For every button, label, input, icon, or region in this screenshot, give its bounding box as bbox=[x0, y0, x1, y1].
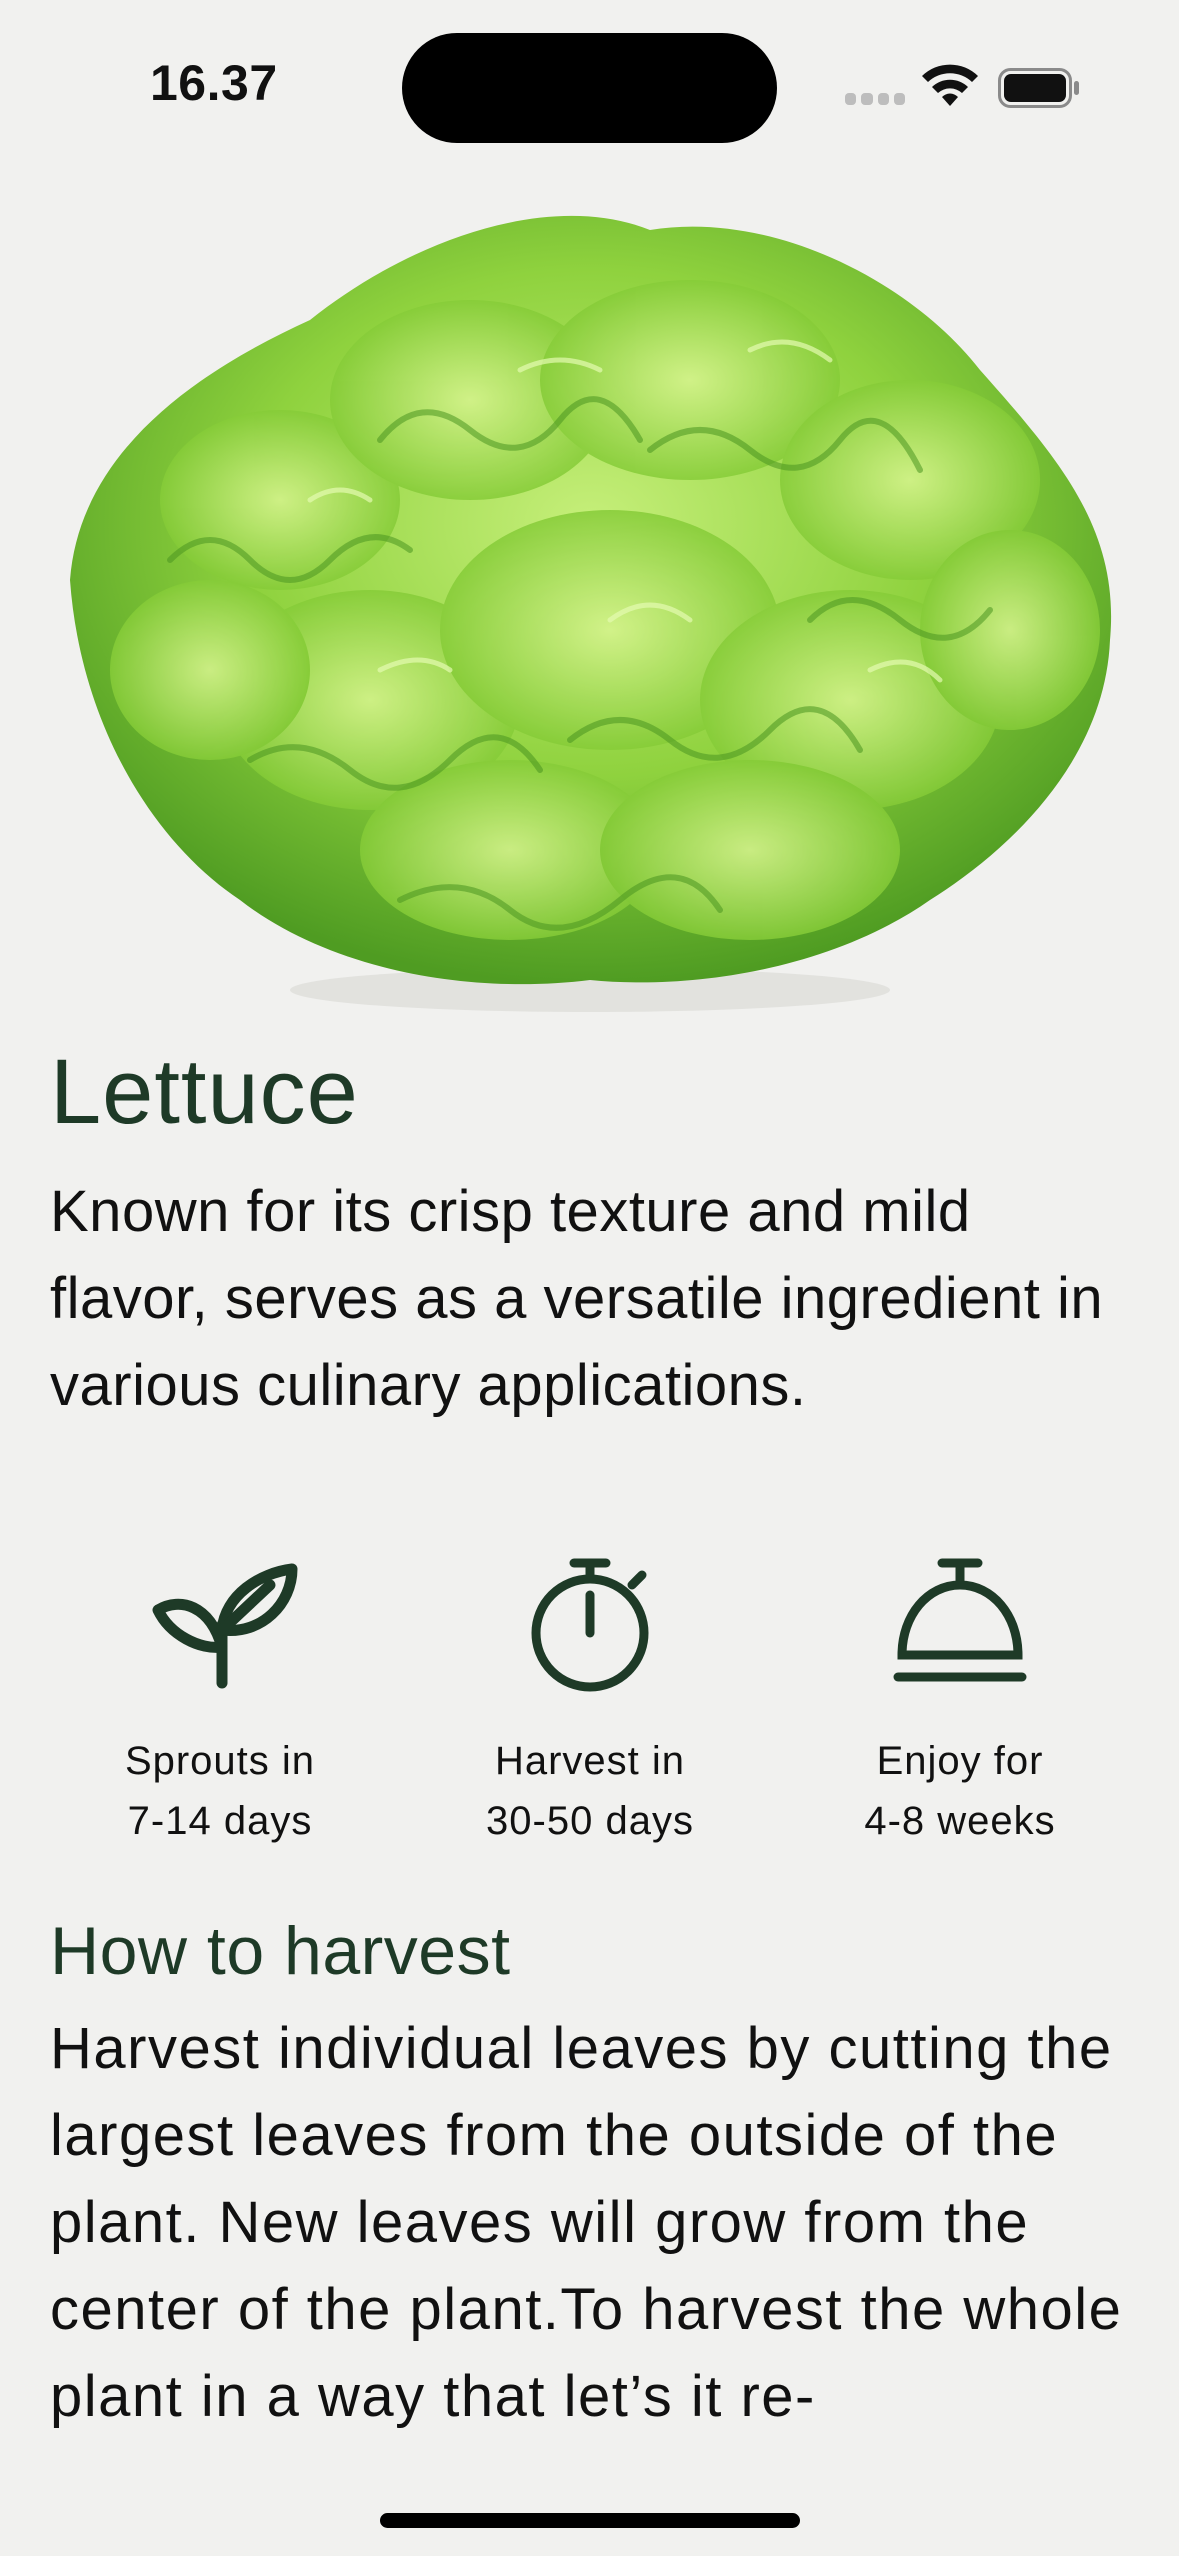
battery-icon bbox=[998, 68, 1079, 108]
stat-sprouts-line1: Sprouts in bbox=[124, 1739, 316, 1783]
plant-title: Lettuce bbox=[50, 1041, 359, 1143]
stat-harvest-line1: Harvest in bbox=[494, 1739, 686, 1783]
home-indicator[interactable] bbox=[380, 2513, 800, 2528]
cloche-icon bbox=[893, 1558, 1027, 1682]
lettuce-image bbox=[70, 215, 1112, 1012]
stat-enjoy-line1: Enjoy for bbox=[876, 1739, 1044, 1783]
stopwatch-icon bbox=[531, 1558, 649, 1692]
stat-harvest-line2: 30-50 days bbox=[486, 1799, 694, 1843]
stat-harvest: Harvest in 30-50 days bbox=[420, 1555, 760, 1851]
wifi-icon bbox=[922, 64, 978, 106]
stat-sprouts-line2: 7-14 days bbox=[127, 1799, 313, 1843]
stat-harvest-label: Harvest in 30-50 days bbox=[420, 1731, 760, 1851]
cellular-signal-icon bbox=[845, 93, 905, 105]
harvest-section-title: How to harvest bbox=[50, 1913, 511, 1989]
stat-enjoy-line2: 4-8 weeks bbox=[864, 1799, 1056, 1843]
plant-description: Known for its crisp texture and mild fla… bbox=[50, 1179, 1104, 1418]
harvest-section-body: Harvest individual leaves by cutting the… bbox=[50, 2016, 1123, 2429]
dynamic-island bbox=[402, 33, 777, 143]
sprout-icon bbox=[152, 1563, 298, 1689]
stat-enjoy-label: Enjoy for 4-8 weeks bbox=[790, 1731, 1130, 1851]
growth-stats: Sprouts in 7-14 days Harvest in 30-50 da… bbox=[30, 1555, 1150, 1855]
stat-sprouts: Sprouts in 7-14 days bbox=[50, 1555, 390, 1851]
status-time: 16.37 bbox=[150, 55, 278, 111]
stat-enjoy: Enjoy for 4-8 weeks bbox=[790, 1555, 1130, 1851]
stat-sprouts-label: Sprouts in 7-14 days bbox=[50, 1731, 390, 1851]
